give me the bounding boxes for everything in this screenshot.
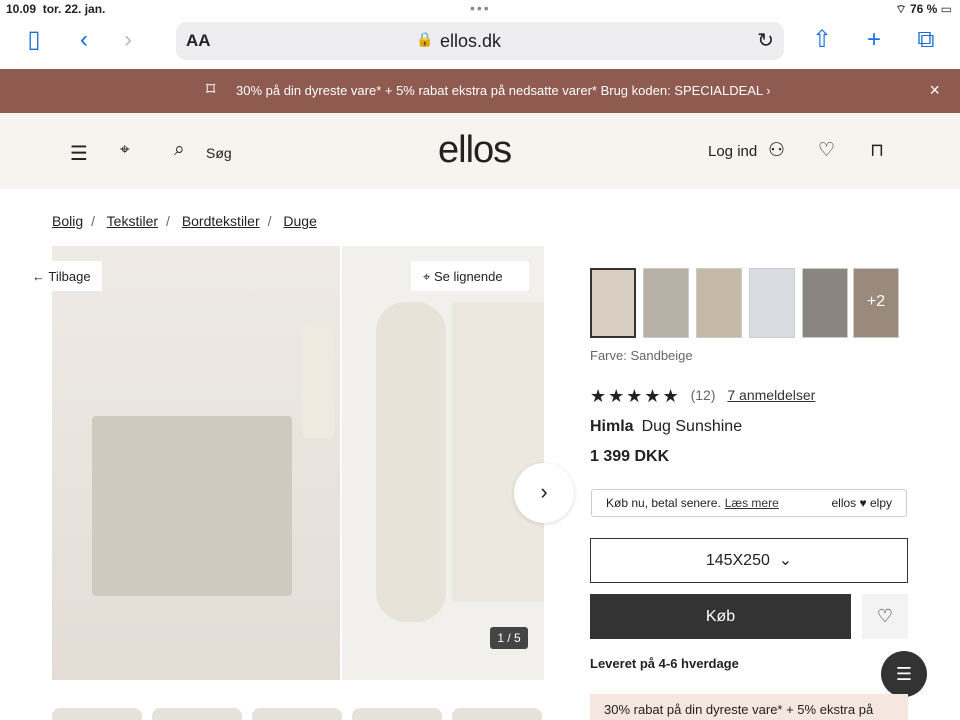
search-label[interactable]: Søg bbox=[206, 145, 232, 161]
tablecloth-shape bbox=[92, 416, 292, 596]
swatch-brown[interactable] bbox=[696, 268, 742, 338]
product-name: Dug Sunshine bbox=[641, 418, 743, 435]
back-icon[interactable]: ‹ bbox=[70, 26, 98, 54]
product-gallery[interactable] bbox=[52, 246, 544, 680]
image-counter: 1 / 5 bbox=[490, 627, 528, 649]
status-time: 10.09 tor. 22. jan. bbox=[6, 2, 106, 16]
size-select[interactable]: 145X250 ⌄ bbox=[590, 538, 908, 583]
rating: ★★★★★ (12) 7 anmeldelser bbox=[590, 386, 815, 407]
product-brand[interactable]: Himla bbox=[590, 418, 634, 435]
star-rating: ★★★★★ bbox=[590, 386, 681, 406]
search-icon[interactable]: ⌕ bbox=[174, 139, 185, 161]
thumbnail[interactable] bbox=[152, 708, 242, 720]
color-label: Farve: Sandbeige bbox=[590, 348, 693, 363]
swatch-sandbeige[interactable] bbox=[590, 268, 636, 338]
tag-icon: ⌑ bbox=[206, 79, 216, 99]
login-link[interactable]: Log ind bbox=[708, 143, 757, 160]
bottom-promo: 30% rabat på din dyreste vare* + 5% ekst… bbox=[590, 694, 908, 720]
wishlist-heart-icon[interactable]: ♡ bbox=[862, 594, 908, 639]
product-photo-roll[interactable] bbox=[342, 246, 544, 680]
rating-count: (12) bbox=[690, 387, 716, 404]
swatch-light-blue[interactable] bbox=[749, 268, 795, 338]
thumbnail[interactable] bbox=[352, 708, 442, 720]
elpy-logo: ellos ♥ elpy bbox=[831, 496, 893, 510]
share-icon[interactable]: ⇧ bbox=[808, 26, 836, 54]
swatch-more[interactable]: +2 bbox=[853, 268, 899, 338]
folded-cloth-shape bbox=[452, 302, 544, 602]
forward-icon[interactable]: › bbox=[114, 26, 142, 54]
visual-search-icon[interactable]: ⌖ bbox=[120, 140, 130, 160]
breadcrumb-bordtekstiler[interactable]: Bordtekstiler bbox=[182, 213, 260, 229]
breadcrumb-bolig[interactable]: Bolig bbox=[52, 213, 83, 229]
tabs-icon[interactable]: ⧉ bbox=[912, 26, 940, 54]
breadcrumb-tekstiler[interactable]: Tekstiler bbox=[107, 213, 158, 229]
thumbnail-strip bbox=[52, 708, 544, 720]
bag-icon[interactable]: ⊓ bbox=[870, 140, 884, 161]
address-bar[interactable]: AA 🔒 ellos.dk ↻ bbox=[176, 22, 784, 60]
promo-banner[interactable]: ⌑ 30% på din dyreste vare* + 5% rabat ek… bbox=[0, 69, 960, 113]
breadcrumb: Bolig / Tekstiler / Bordtekstiler / Duge bbox=[52, 213, 317, 229]
promo-text[interactable]: 30% på din dyreste vare* + 5% rabat ekst… bbox=[236, 83, 771, 98]
browser-toolbar: ▯ ‹ › AA 🔒 ellos.dk ↻ ⇧ + ⧉ bbox=[0, 18, 960, 68]
reviews-link[interactable]: 7 anmeldelser bbox=[727, 387, 815, 403]
rolled-cloth-shape bbox=[376, 302, 446, 622]
sidebar-icon[interactable]: ▯ bbox=[20, 26, 48, 54]
multitask-dots[interactable]: ••• bbox=[470, 0, 491, 16]
product-title: Himla Dug Sunshine bbox=[590, 418, 742, 436]
delivery-info: Leveret på 4-6 hverdage bbox=[590, 656, 739, 671]
thumbnail[interactable] bbox=[52, 708, 142, 720]
reload-icon[interactable]: ↻ bbox=[757, 28, 774, 53]
new-tab-icon[interactable]: + bbox=[860, 26, 888, 54]
color-swatches: +2 bbox=[590, 268, 900, 340]
read-more-link[interactable]: Læs mere bbox=[725, 496, 779, 510]
breadcrumb-duge[interactable]: Duge bbox=[283, 213, 316, 229]
thumbnail[interactable] bbox=[252, 708, 342, 720]
back-button[interactable]: ← Tilbage bbox=[22, 261, 102, 291]
vase-shape bbox=[302, 322, 334, 438]
product-price: 1 399 DKK bbox=[590, 448, 670, 465]
swatch-dark[interactable] bbox=[802, 268, 848, 338]
menu-icon[interactable]: ☰ bbox=[70, 141, 88, 166]
close-icon[interactable]: × bbox=[929, 80, 940, 101]
product-photo-table[interactable] bbox=[52, 246, 340, 680]
user-icon[interactable]: ⚇ bbox=[768, 139, 785, 162]
buy-button[interactable]: Køb bbox=[590, 594, 851, 639]
see-similar-button[interactable]: ⌖ Se lignende bbox=[411, 261, 529, 291]
swatch-grey[interactable] bbox=[643, 268, 689, 338]
thumbnail[interactable] bbox=[452, 708, 542, 720]
chat-icon[interactable]: ☰ bbox=[881, 651, 927, 697]
battery-status: ⌔ 76 % ▭ bbox=[895, 2, 952, 16]
reader-button[interactable]: AA bbox=[186, 31, 211, 51]
site-header: ☰ ⌖ ⌕ Søg ellos Log ind ⚇ ♡ ⊓ bbox=[0, 113, 960, 189]
next-image-button[interactable]: › bbox=[514, 463, 574, 523]
lock-icon: 🔒 bbox=[416, 31, 434, 47]
heart-icon[interactable]: ♡ bbox=[818, 139, 835, 162]
site-logo[interactable]: ellos bbox=[438, 129, 512, 172]
url-text[interactable]: ellos.dk bbox=[440, 31, 501, 52]
status-bar: 10.09 tor. 22. jan. ••• ⌔ 76 % ▭ bbox=[0, 0, 960, 18]
pay-later-box: Køb nu, betal senere. Læs mere ellos ♥ el… bbox=[591, 489, 907, 517]
